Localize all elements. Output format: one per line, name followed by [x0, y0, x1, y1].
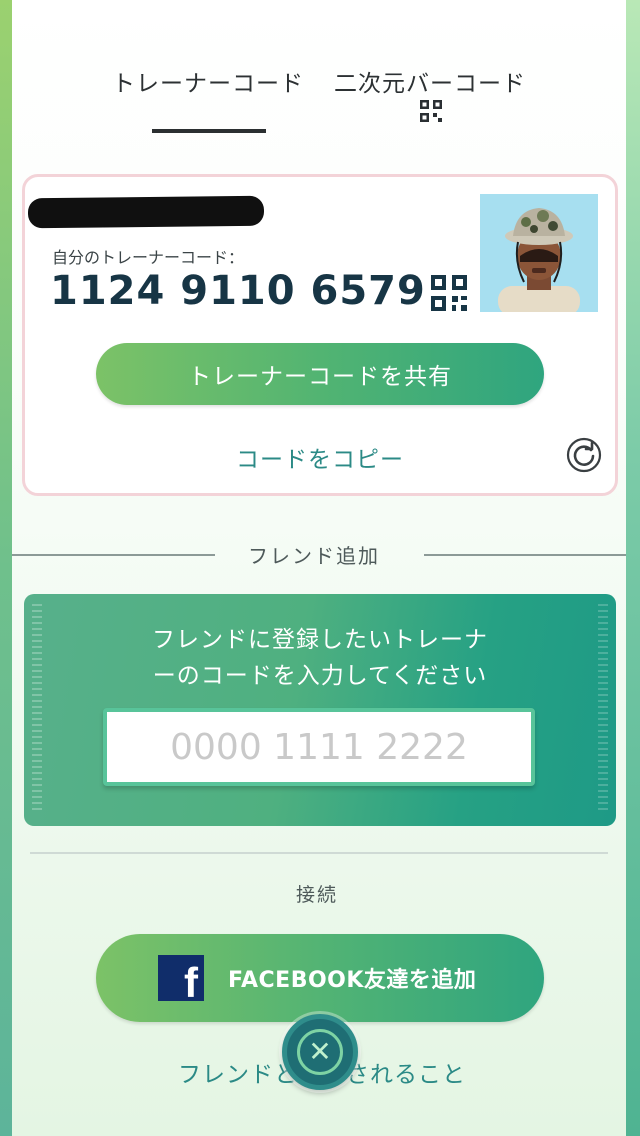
qr-code-icon[interactable]	[431, 275, 467, 311]
connect-title: 接続	[296, 884, 339, 906]
close-button[interactable]: ✕	[282, 1014, 358, 1090]
divider-right	[424, 554, 626, 556]
avatar-illustration	[480, 194, 598, 312]
own-code-label: 自分のトレーナーコード：	[52, 248, 245, 267]
friend-add-title: フレンド追加	[248, 544, 380, 568]
active-tab-indicator	[152, 129, 266, 133]
prompt-line-1: フレンドに登録したいトレーナ	[152, 627, 488, 653]
divider-left	[12, 554, 215, 556]
close-icon: ✕	[297, 1029, 343, 1075]
copy-code-link[interactable]: コードをコピー	[236, 440, 404, 474]
facebook-logo-letter: f	[184, 959, 198, 1006]
tab-trainer-code[interactable]: トレーナーコード	[112, 64, 304, 98]
redacted-trainer-name	[27, 195, 265, 229]
share-trainer-code-button[interactable]: トレーナーコードを共有	[96, 343, 544, 405]
friend-code-prompt: フレンドに登録したいトレーナ ーのコードを入力してください	[0, 622, 640, 694]
left-edge-decoration	[0, 0, 12, 1136]
own-trainer-code: 1124 9110 6579	[50, 268, 426, 314]
facebook-button-label: FACEBOOK友達を追加	[228, 968, 477, 993]
friend-code-input[interactable]	[103, 708, 535, 786]
refresh-icon[interactable]	[566, 437, 602, 473]
right-edge-decoration	[626, 0, 640, 1136]
trainer-avatar[interactable]	[480, 194, 598, 312]
facebook-icon: f	[158, 955, 204, 1006]
section-separator	[30, 852, 608, 854]
tab-qr-code[interactable]: 二次元バーコード	[334, 64, 526, 98]
qr-code-icon[interactable]	[420, 100, 442, 122]
prompt-line-2: ーのコードを入力してください	[152, 663, 488, 689]
